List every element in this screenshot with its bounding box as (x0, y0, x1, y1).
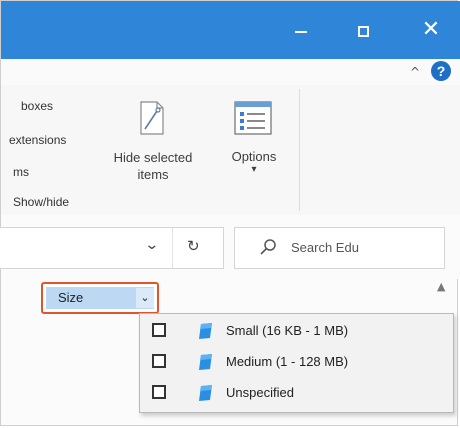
size-filter-menu: Small (16 KB - 1 MB) Medium (1 - 128 MB)… (139, 313, 454, 413)
search-placeholder: Search Edu (291, 240, 359, 255)
search-field[interactable]: Search Edu (234, 227, 445, 269)
close-icon: ✕ (421, 17, 441, 42)
address-row: ⌄ ↻ Search Edu (0, 215, 460, 279)
menu-item-label: Medium (1 - 128 MB) (226, 354, 349, 369)
minimize-button[interactable] (281, 13, 321, 47)
size-filter-label: Size (58, 290, 84, 305)
hide-selected-label-line2: items (137, 167, 169, 182)
minimize-icon (295, 30, 307, 33)
checkbox-label-items[interactable]: ms (13, 165, 29, 179)
options-button[interactable]: Options ▾ (219, 149, 289, 176)
explorer-window: ✕ ^ ? boxes extensions ms Show/hide Hide… (0, 0, 460, 426)
collapse-ribbon-icon[interactable]: ^ (410, 65, 420, 79)
maximize-icon (357, 26, 369, 37)
checkbox-label-boxes[interactable]: boxes (21, 99, 53, 113)
options-label: Options (231, 149, 277, 164)
help-icon[interactable]: ? (431, 61, 451, 81)
checkbox-label-extensions[interactable]: extensions (9, 133, 66, 147)
size-filter-header: Size ⌄ (46, 287, 154, 309)
checkbox[interactable] (152, 323, 166, 337)
checkbox[interactable] (152, 354, 166, 368)
checkbox[interactable] (152, 385, 166, 399)
search-icon (260, 239, 276, 255)
hide-selected-label-line1: Hide selected (113, 150, 193, 165)
group-label-show-hide: Show/hide (13, 195, 70, 209)
ribbon-separator (299, 89, 300, 211)
menu-item-medium[interactable]: Medium (1 - 128 MB) (140, 348, 453, 378)
title-bar: ✕ (1, 1, 460, 59)
menu-item-label: Unspecified (226, 385, 294, 400)
hide-selected-items-button[interactable]: Hide selected items (101, 149, 205, 183)
chevron-down-icon[interactable]: ⌄ (136, 288, 154, 308)
menu-item-unspecified[interactable]: Unspecified (140, 379, 453, 409)
scroll-up-icon[interactable]: ▲ (437, 280, 445, 293)
hide-selected-icon (140, 101, 164, 135)
ribbon-tab-strip (1, 59, 460, 85)
menu-item-small[interactable]: Small (16 KB - 1 MB) (140, 317, 453, 347)
ribbon-panel: boxes extensions ms Show/hide Hide selec… (1, 85, 460, 216)
size-filter-dropdown[interactable]: Size ⌄ (41, 282, 159, 314)
blue-tile-icon (199, 323, 212, 339)
close-button[interactable]: ✕ (411, 13, 451, 47)
menu-item-label: Small (16 KB - 1 MB) (226, 323, 349, 338)
options-icon (234, 101, 272, 135)
refresh-icon[interactable]: ↻ (187, 237, 200, 255)
address-bar[interactable]: ⌄ ↻ (0, 227, 224, 269)
options-dropdown-arrow-icon: ▾ (251, 164, 257, 175)
blue-tile-icon (199, 354, 212, 370)
maximize-button[interactable] (343, 13, 383, 47)
blue-tile-icon (199, 385, 212, 401)
history-chevron-down-icon[interactable]: ⌄ (144, 237, 159, 253)
address-divider (172, 228, 173, 268)
